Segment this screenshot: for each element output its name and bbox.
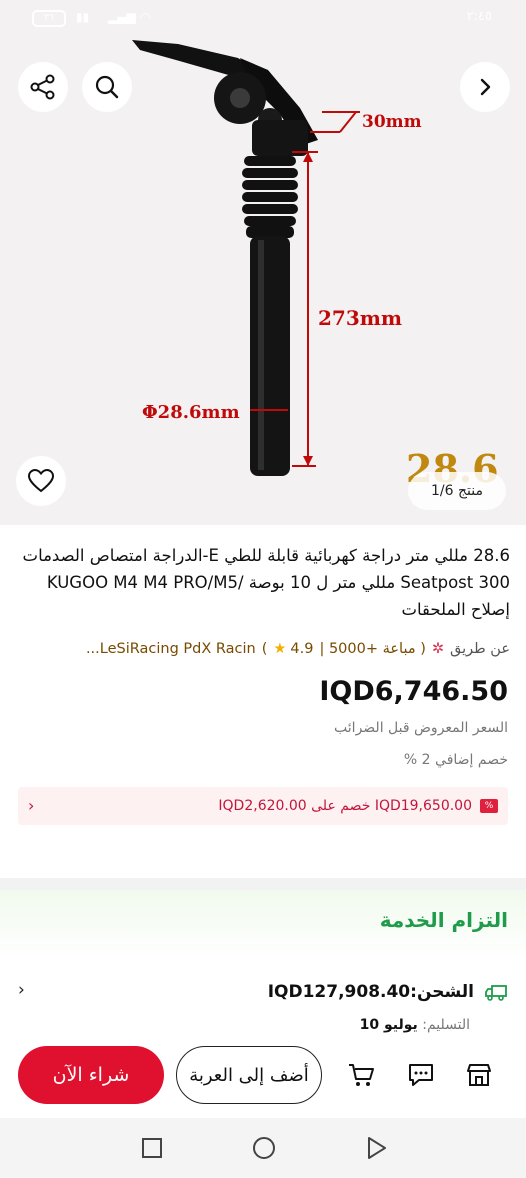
- cart-button[interactable]: [344, 1058, 378, 1092]
- signal-bars-icon: ▂▄▆: [108, 10, 136, 24]
- buy-now-button[interactable]: شراء الآن: [18, 1046, 164, 1104]
- heart-icon: [27, 468, 55, 493]
- triangle-back-icon: [368, 1137, 386, 1159]
- chat-icon: [409, 1064, 433, 1086]
- seller-rating: 4.9: [290, 641, 314, 657]
- recent-apps-button[interactable]: [138, 1134, 166, 1162]
- section-divider: [0, 878, 526, 890]
- share-button[interactable]: [18, 62, 68, 112]
- coupon-text: IQD19,650.00 خصم على IQD2,620.00: [218, 798, 472, 814]
- chevron-left-icon: ‹: [18, 980, 25, 1000]
- square-icon: [142, 1138, 162, 1158]
- chat-button[interactable]: [404, 1058, 438, 1092]
- product-title: 28.6 مللي متر دراجة كهربائية قابلة للطي …: [22, 546, 510, 619]
- store-icon: [467, 1064, 491, 1086]
- product-price: IQD6,746.50: [319, 676, 508, 707]
- wishlist-button[interactable]: [16, 456, 66, 506]
- delivery-date: يوليو 10: [359, 1017, 418, 1033]
- home-button[interactable]: [250, 1134, 278, 1162]
- chevron-right-icon: [480, 78, 491, 96]
- cart-icon: [349, 1064, 374, 1086]
- service-commitment-title: التزام الخدمة: [379, 908, 508, 932]
- wifi-icon: ◠: [140, 10, 151, 24]
- back-button[interactable]: [362, 1134, 390, 1162]
- system-nav-bar: [0, 1118, 526, 1178]
- share-icon: [30, 74, 55, 100]
- forward-button[interactable]: [460, 62, 510, 112]
- seller-info[interactable]: عن طريق ✲ ( مباعة +5000 | 4.9 ★ ) LeSiRa…: [18, 636, 510, 662]
- image-counter: منتج 1/6: [408, 472, 506, 510]
- store-button[interactable]: [462, 1058, 496, 1092]
- price-tax-note: السعر المعروض قبل الضرائب: [334, 720, 508, 736]
- search-button[interactable]: [82, 62, 132, 112]
- chevron-left-icon: ‹: [28, 796, 35, 815]
- coupon-banner[interactable]: % IQD19,650.00 خصم على IQD2,620.00 ‹: [18, 787, 508, 825]
- measure-diameter: Φ28.6mm: [142, 402, 240, 423]
- status-time: ٢:٤٥: [466, 9, 492, 24]
- product-image-gallery[interactable]: 30mm 273mm Φ28.6mm 28.6 منتج 1/6: [0, 0, 526, 525]
- coupon-percent-icon: %: [480, 799, 498, 813]
- store-name-link[interactable]: LeSiRacing PdX Racin...: [86, 641, 256, 657]
- product-page: 30mm 273mm Φ28.6mm 28.6 منتج 1/6 ٣٦ ▮▮ ▂…: [0, 0, 526, 1178]
- battery-indicator: ٣٦: [32, 10, 66, 27]
- bottom-action-bar: شراء الآن أضف إلى العربة: [0, 1040, 526, 1112]
- extra-discount-note: خصم إضافي 2 %: [403, 752, 508, 768]
- measure-273mm: 273mm: [318, 306, 403, 330]
- delivery-info: التسليم: يوليو 10: [360, 1017, 470, 1033]
- seller-prefix: عن طريق: [450, 641, 510, 657]
- circle-icon: [253, 1137, 275, 1159]
- signal-icon: ▮▮: [76, 10, 90, 24]
- truck-icon: [485, 985, 507, 1001]
- add-to-cart-button[interactable]: أضف إلى العربة: [176, 1046, 322, 1104]
- status-bar: ٣٦ ▮▮ ▂▄▆ ◠ ٢:٤٥: [0, 0, 526, 38]
- shipping-row[interactable]: الشحن:IQD127,908.40 ‹: [18, 976, 508, 1008]
- seller-sold-count: ( مباعة +5000 |: [319, 641, 426, 657]
- seller-rating-close: ): [261, 641, 268, 657]
- search-icon: [95, 75, 119, 99]
- delivery-label: التسليم:: [422, 1017, 470, 1033]
- star-icon: ★: [273, 641, 287, 657]
- store-logo-icon: ✲: [431, 641, 445, 657]
- shipping-cost: الشحن:IQD127,908.40: [267, 982, 474, 1002]
- measure-30mm: 30mm: [362, 112, 422, 132]
